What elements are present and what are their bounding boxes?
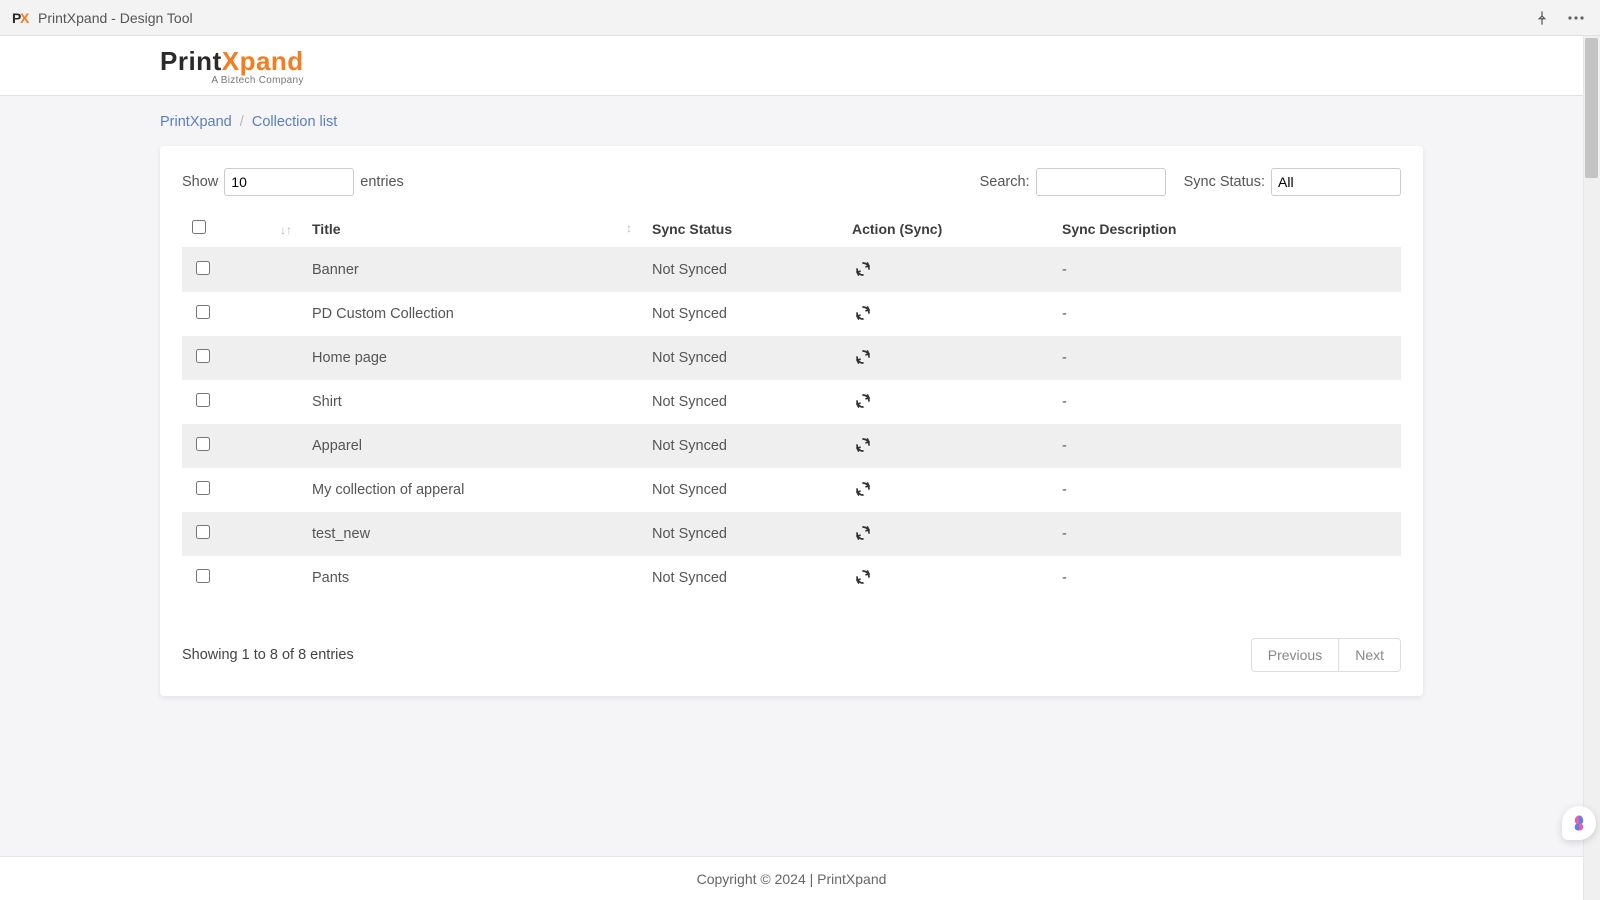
row-checkbox[interactable] [196,349,210,363]
row-checkbox[interactable] [196,305,210,319]
collections-table: ↓↑ Title ↕ Sync Status Action (Sync) Syn… [182,210,1401,600]
row-checkbox[interactable] [196,481,210,495]
col-header-action: Action (Sync) [842,210,1052,248]
window-title: PrintXpand - Design Tool [38,10,193,26]
app-logo-icon: PX [12,9,30,27]
breadcrumb-separator: / [240,114,244,130]
sync-action-button[interactable] [852,566,874,588]
row-title: test_new [302,512,642,556]
breadcrumb: PrintXpand / Collection list [0,96,1583,146]
row-sync-description: - [1052,248,1401,293]
pin-icon[interactable] [1530,6,1554,30]
row-sync-status: Not Synced [642,336,842,380]
next-button[interactable]: Next [1338,639,1400,671]
row-sync-status: Not Synced [642,248,842,293]
sort-icon[interactable]: ↕ [626,221,632,235]
row-checkbox[interactable] [196,569,210,583]
sync-action-button[interactable] [852,258,874,280]
more-icon[interactable] [1564,6,1588,30]
prev-button[interactable]: Previous [1252,639,1338,671]
row-sync-status: Not Synced [642,380,842,424]
table-row: PD Custom CollectionNot Synced - [182,292,1401,336]
row-checkbox[interactable] [196,261,210,275]
sort-icon[interactable]: ↓↑ [280,223,292,237]
search-input[interactable] [1036,168,1166,196]
row-sync-description: - [1052,336,1401,380]
breadcrumb-current[interactable]: Collection list [252,114,337,130]
table-row: My collection of apperalNot Synced - [182,468,1401,512]
brand-part2: Xpand [222,46,304,76]
show-label: Show [182,174,218,190]
row-title: PD Custom Collection [302,292,642,336]
row-sync-status: Not Synced [642,512,842,556]
col-header-description: Sync Description [1052,210,1401,248]
table-top-controls: Show entries Search: Sync Status: [182,168,1401,196]
table-footer: Showing 1 to 8 of 8 entries Previous Nex… [182,638,1401,672]
brand-part1: Print [160,46,222,76]
window-title-bar: PX PrintXpand - Design Tool [0,0,1600,36]
row-sync-status: Not Synced [642,468,842,512]
row-title: Apparel [302,424,642,468]
table-info: Showing 1 to 8 of 8 entries [182,647,354,663]
row-checkbox[interactable] [196,525,210,539]
row-sync-description: - [1052,556,1401,600]
row-checkbox[interactable] [196,437,210,451]
sync-status-filter-label: Sync Status: [1184,174,1265,190]
table-row: test_newNot Synced - [182,512,1401,556]
table-row: ApparelNot Synced - [182,424,1401,468]
col-header-title[interactable]: Title [312,221,341,237]
table-row: BannerNot Synced - [182,248,1401,293]
scrollbar-thumb[interactable] [1585,38,1598,178]
sync-action-button[interactable] [852,522,874,544]
breadcrumb-root[interactable]: PrintXpand [160,114,232,130]
help-chat-button[interactable] [1562,806,1596,840]
scrollbar-track[interactable] [1583,36,1600,900]
brand-logo: PrintXpand A Biztech Company [160,46,304,86]
row-sync-description: - [1052,424,1401,468]
svg-text:X: X [20,10,30,26]
brand-subtitle: A Biztech Company [160,75,304,86]
select-all-checkbox[interactable] [192,220,206,234]
row-sync-status: Not Synced [642,556,842,600]
page-footer: Copyright © 2024 | PrintXpand [0,856,1583,900]
table-row: Home pageNot Synced - [182,336,1401,380]
sync-action-button[interactable] [852,434,874,456]
search-label: Search: [980,174,1030,190]
pagination: Previous Next [1251,638,1401,672]
row-checkbox[interactable] [196,393,210,407]
collection-list-card: Show entries Search: Sync Status: [160,146,1423,696]
row-sync-description: - [1052,380,1401,424]
sync-action-button[interactable] [852,390,874,412]
table-row: PantsNot Synced - [182,556,1401,600]
table-row: ShirtNot Synced - [182,380,1401,424]
page-length-input[interactable] [224,168,354,196]
sync-action-button[interactable] [852,346,874,368]
row-sync-description: - [1052,512,1401,556]
row-sync-description: - [1052,292,1401,336]
row-sync-description: - [1052,468,1401,512]
entries-label: entries [360,174,404,190]
row-title: Pants [302,556,642,600]
copyright-text: Copyright © 2024 | PrintXpand [697,871,887,887]
app-header: PrintXpand A Biztech Company [0,36,1583,96]
row-title: Home page [302,336,642,380]
row-sync-status: Not Synced [642,292,842,336]
sync-status-filter[interactable] [1271,168,1401,196]
sync-action-button[interactable] [852,302,874,324]
row-title: Banner [302,248,642,293]
row-title: My collection of apperal [302,468,642,512]
row-sync-status: Not Synced [642,424,842,468]
row-title: Shirt [302,380,642,424]
col-header-sync-status: Sync Status [642,210,842,248]
sync-action-button[interactable] [852,478,874,500]
